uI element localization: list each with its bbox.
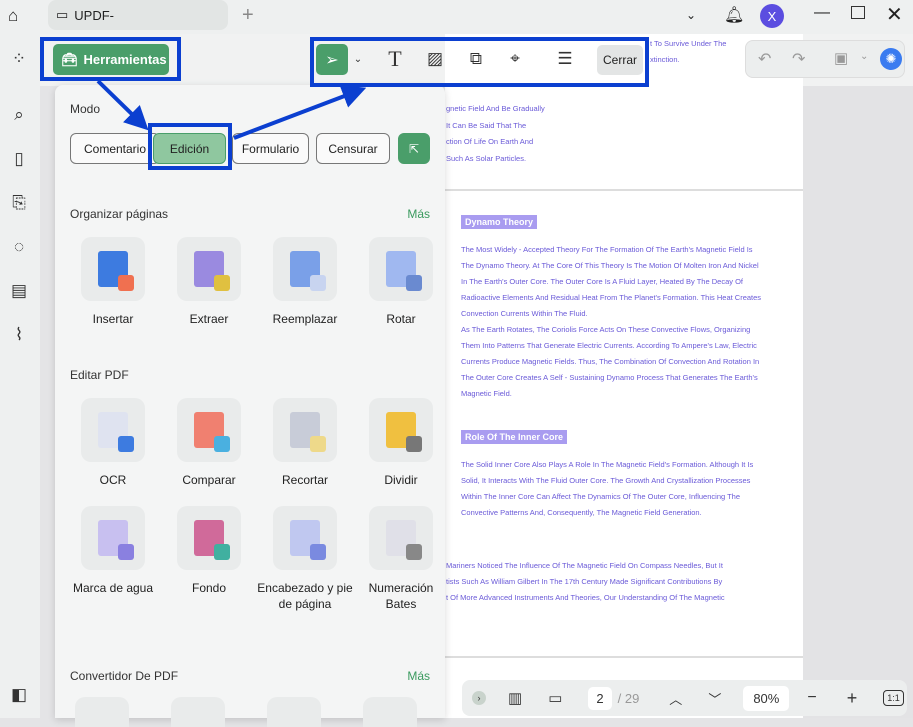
annotation-arrows	[96, 79, 367, 140]
